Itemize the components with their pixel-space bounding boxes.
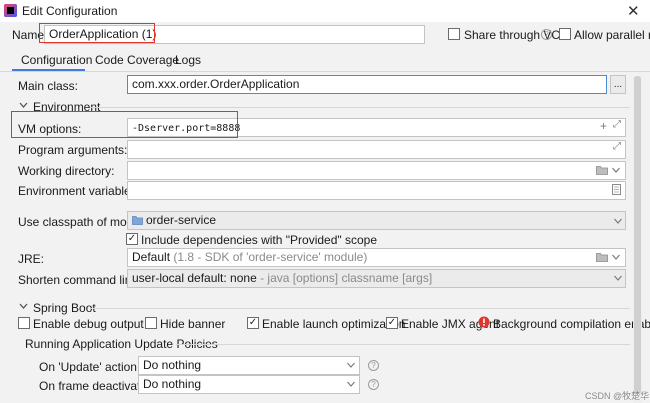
document-icon[interactable] [612,184,621,195]
working-directory-input[interactable] [127,161,626,180]
expand-icon[interactable]: ⤢ [613,119,621,130]
chevron-down-icon[interactable] [19,101,28,110]
on-frame-deactivation-value: Do nothing [143,377,202,391]
chevron-down-icon[interactable] [614,275,622,281]
jre-value: Default [132,250,171,264]
program-arguments-label: Program arguments: [18,143,128,157]
include-dependencies-checkbox[interactable]: ✓ [126,233,138,245]
help-icon[interactable]: ? [368,379,379,390]
folder-icon[interactable] [596,252,608,262]
allow-parallel-checkbox[interactable] [559,28,571,40]
tab-divider [0,71,650,72]
folder-icon[interactable] [596,165,608,175]
shorten-command-line-label: Shorten command line: [18,273,142,287]
watermark: CSDN @牧楚华 [585,391,650,401]
tab-logs[interactable]: Logs [175,53,201,67]
classpath-module-select[interactable]: order-service [127,211,626,230]
chevron-down-icon[interactable] [612,254,620,260]
hide-banner-label: Hide banner [160,317,226,331]
background-compilation-label: Background compilation enabled [493,317,650,331]
launch-optimization-checkbox[interactable]: ✓ [247,317,259,329]
chevron-down-icon[interactable] [614,218,622,224]
include-dependencies-label: Include dependencies with "Provided" sco… [141,233,378,247]
error-icon [478,316,490,328]
environment-variables-input[interactable] [127,181,626,200]
main-class-input[interactable]: com.xxx.order.OrderApplication [127,75,607,94]
chevron-down-icon[interactable] [347,362,355,368]
jre-select[interactable]: Default (1.8 - SDK of 'order-service' mo… [127,248,626,267]
chevron-down-icon[interactable] [612,167,620,173]
on-frame-deactivation-select[interactable]: Do nothing [138,375,360,394]
vm-options-highlight-box [11,111,238,138]
help-icon[interactable]: ? [541,29,552,40]
browse-button[interactable]: ... [610,75,626,94]
intellij-app-icon [4,4,17,17]
working-directory-label: Working directory: [18,164,115,178]
hide-banner-checkbox[interactable] [145,317,157,329]
program-arguments-input[interactable] [127,140,626,159]
window-title: Edit Configuration [22,4,118,18]
on-update-value: Do nothing [143,358,202,372]
classpath-module-value: order-service [146,213,217,227]
launch-optimization-label: Enable launch optimization [262,317,406,331]
share-vcs-label: Share through VCS [464,28,569,42]
help-icon[interactable]: ? [368,360,379,371]
environment-variables-label: Environment variables: [18,184,141,198]
on-update-select[interactable]: Do nothing [138,356,360,375]
chevron-down-icon[interactable] [347,381,355,387]
debug-output-checkbox[interactable] [18,317,30,329]
shorten-command-line-select[interactable]: user-local default: none - java [options… [127,269,626,288]
jmx-agent-checkbox[interactable]: ✓ [386,317,398,329]
expand-icon[interactable]: ⤢ [613,141,621,152]
on-update-label: On 'Update' action: [39,360,141,374]
spring-boot-section-label: Spring Boot [33,301,96,315]
jre-label: JRE: [18,252,45,266]
shorten-command-line-hint: - java [options] classname [args] [260,271,433,285]
update-policies-divider [176,344,630,345]
add-icon[interactable]: + [600,119,607,133]
jre-hint: (1.8 - SDK of 'order-service' module) [173,250,368,264]
scrollbar-thumb[interactable] [634,76,641,394]
main-class-label: Main class: [18,79,79,93]
shorten-command-line-value: user-local default: none [132,271,257,285]
tab-code-coverage[interactable]: Code Coverage [95,53,179,67]
environment-divider [90,107,630,108]
main-class-value: com.xxx.order.OrderApplication [132,77,300,91]
tab-configuration[interactable]: Configuration [21,53,92,67]
close-icon[interactable]: ✕ [627,2,640,20]
name-highlight-box [39,23,155,43]
module-folder-icon [132,216,143,225]
spring-boot-divider [90,308,630,309]
share-vcs-checkbox[interactable] [448,28,460,40]
debug-output-label: Enable debug output [33,317,144,331]
chevron-down-icon[interactable] [19,302,28,311]
allow-parallel-label: Allow parallel run [574,28,650,42]
